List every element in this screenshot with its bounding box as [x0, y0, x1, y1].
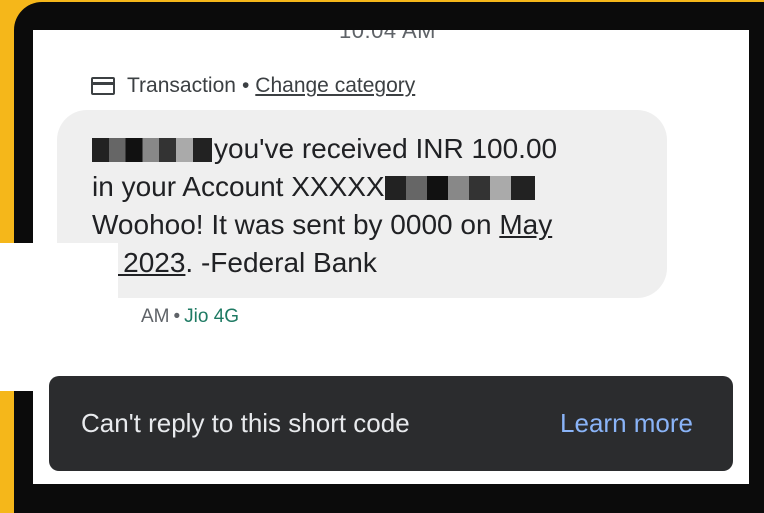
category-separator: • — [241, 74, 250, 97]
meta-separator: • — [173, 306, 181, 327]
snackbar: Can't reply to this short code Learn mor… — [49, 376, 733, 471]
message-line-4: 5, 2023. -Federal Bank — [92, 244, 557, 282]
category-row: Transaction • Change category — [91, 74, 415, 98]
message-meta: AM • Jio 4G — [141, 306, 239, 328]
message-line-2: in your Account XXXXX — [92, 168, 557, 206]
message-body: you've received INR 100.00 in your Accou… — [92, 130, 557, 282]
meta-time: AM — [141, 306, 170, 327]
learn-more-button[interactable]: Learn more — [560, 408, 693, 439]
account-text: in your Account XXXXX — [92, 171, 385, 202]
bank-signature: . -Federal Bank — [185, 247, 377, 278]
redacted-account — [384, 176, 535, 200]
snackbar-message: Can't reply to this short code — [81, 408, 410, 438]
received-amount-text: you've received INR 100.00 — [214, 133, 558, 164]
message-line-1: you've received INR 100.00 — [92, 130, 557, 168]
message-line-3: Woohoo! It was sent by 0000 on May — [92, 206, 557, 244]
date-link-part-1[interactable]: May — [499, 209, 552, 240]
sender-text: Woohoo! It was sent by 0000 on — [92, 209, 500, 240]
card-icon — [91, 77, 115, 95]
redacted-name — [92, 138, 212, 162]
category-label: Transaction — [127, 74, 236, 97]
meta-network: Jio 4G — [184, 306, 240, 327]
change-category-link[interactable]: Change category — [255, 74, 415, 98]
message-timestamp: 10:04 AM — [339, 30, 436, 43]
redaction-overlay — [0, 243, 118, 391]
message-bubble[interactable]: you've received INR 100.00 in your Accou… — [57, 110, 667, 298]
